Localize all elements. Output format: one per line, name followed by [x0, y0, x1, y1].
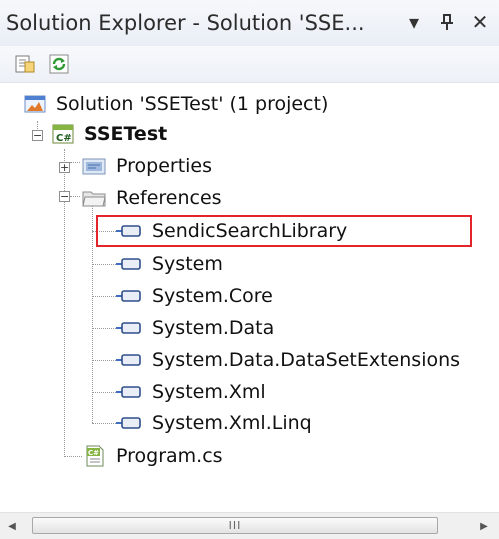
tree-item-program-cs[interactable]: C# Program.cs — [84, 439, 223, 473]
references-folder-icon — [82, 188, 106, 208]
svg-text:C#: C# — [88, 449, 99, 457]
tree-connector — [70, 196, 80, 197]
properties-expand-toggle[interactable]: + — [59, 162, 70, 173]
solution-tree: − + − Solution 'SSETest' (1 project) C# … — [0, 83, 499, 488]
reference-item[interactable]: System.Data — [116, 311, 274, 345]
reference-item-label: System.Data — [152, 317, 275, 339]
csharp-project-icon: C# — [52, 123, 74, 145]
reference-item-label: System.Xml.Linq — [152, 412, 312, 434]
reference-item[interactable]: System.Data.DataSetExtensions — [116, 343, 460, 377]
tree-item-references[interactable]: References — [82, 181, 222, 215]
scroll-right-arrow-icon[interactable]: ▶ — [472, 513, 496, 539]
reference-highlight-box — [96, 215, 472, 247]
tree-item-solution[interactable]: Solution 'SSETest' (1 project) — [24, 87, 328, 121]
tree-item-label: SSETest — [84, 123, 168, 145]
close-icon[interactable]: ✕ — [467, 8, 493, 36]
reference-icon — [116, 289, 142, 303]
scrollbar-grip: III — [228, 519, 242, 532]
horizontal-scrollbar[interactable]: ◀ III ▶ — [0, 512, 499, 539]
reference-icon — [116, 257, 142, 271]
tree-connector — [92, 423, 116, 424]
tree-connector — [92, 328, 116, 329]
tree-item-label: References — [116, 187, 222, 209]
reference-item-label: System.Core — [152, 285, 273, 307]
scrollbar-thumb[interactable]: III — [32, 517, 438, 534]
reference-icon — [116, 385, 142, 399]
reference-item-label: System — [152, 253, 223, 275]
tree-connector — [92, 392, 116, 393]
reference-item[interactable]: System.Xml.Linq — [116, 406, 312, 440]
solution-icon — [24, 93, 46, 115]
tree-item-label: Solution 'SSETest' (1 project) — [56, 93, 329, 115]
reference-item[interactable]: System.Xml — [116, 375, 266, 409]
dropdown-icon[interactable]: ▾ — [401, 8, 427, 36]
title-bar: Solution Explorer - Solution 'SSE... ▾ ✕ — [0, 0, 499, 47]
references-collapse-toggle[interactable]: − — [59, 191, 70, 202]
reference-item[interactable]: System — [116, 247, 223, 281]
tree-item-project[interactable]: C# SSETest — [52, 117, 167, 151]
reference-item-label: System.Xml — [152, 381, 266, 403]
reference-item[interactable]: System.Core — [116, 279, 273, 313]
csharp-file-icon: C# — [84, 445, 106, 467]
properties-icon[interactable] — [12, 51, 38, 77]
project-collapse-toggle[interactable]: − — [32, 130, 43, 141]
reference-icon — [116, 353, 142, 367]
tree-item-label: Program.cs — [116, 445, 223, 467]
tree-connector — [92, 296, 116, 297]
reference-item-label: System.Data.DataSetExtensions — [152, 349, 461, 371]
tree-item-properties[interactable]: Properties — [82, 149, 212, 183]
properties-folder-icon — [82, 156, 106, 176]
tree-connector — [64, 456, 82, 457]
tree-connector — [70, 162, 80, 163]
svg-text:C#: C# — [56, 133, 72, 144]
tree-connector — [92, 360, 116, 361]
scroll-left-arrow-icon[interactable]: ◀ — [0, 513, 24, 539]
refresh-icon[interactable] — [46, 51, 72, 77]
tree-item-label: Properties — [116, 155, 213, 177]
reference-icon — [116, 416, 142, 430]
window-title: Solution Explorer - Solution 'SSE... — [6, 11, 365, 35]
tree-connector — [92, 204, 93, 423]
pin-icon[interactable] — [434, 8, 460, 36]
tree-connector — [92, 264, 116, 265]
reference-icon — [116, 321, 142, 335]
toolbar — [0, 46, 499, 83]
